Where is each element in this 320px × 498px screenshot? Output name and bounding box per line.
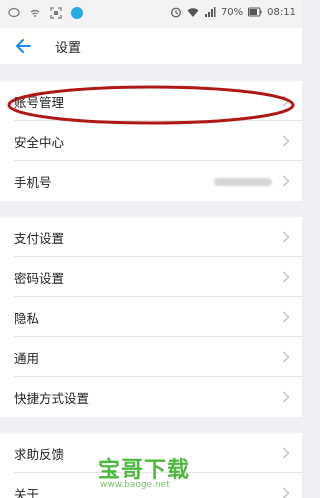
- settings-item-phone-number[interactable]: 手机号: [0, 161, 302, 201]
- settings-item-privacy[interactable]: 隐私: [0, 297, 302, 337]
- settings-item-label: 隐私: [14, 311, 40, 326]
- title-bar: 设置: [0, 28, 302, 64]
- clock: 08:11: [267, 6, 296, 18]
- chevron-right-icon: [283, 311, 290, 323]
- settings-item-label: 通用: [14, 351, 40, 366]
- status-right-icons: 70% 08:11: [170, 6, 296, 18]
- status-bar: 70% 08:11: [0, 0, 302, 28]
- settings-item-password[interactable]: 密码设置: [0, 257, 302, 297]
- settings-item-label: 密码设置: [14, 271, 65, 286]
- back-arrow-icon[interactable]: [14, 37, 32, 55]
- settings-item-about[interactable]: 关于: [0, 473, 302, 498]
- message-icon: [8, 7, 20, 18]
- battery-percent: 70%: [220, 6, 244, 18]
- scan-icon: [50, 7, 62, 19]
- cell-signal-icon: [204, 7, 216, 17]
- chevron-right-icon: [283, 391, 290, 403]
- blurred-phone-value: [214, 178, 272, 186]
- chevron-right-icon: [283, 487, 290, 498]
- chevron-right-icon: [283, 231, 290, 243]
- chevron-right-icon: [283, 351, 290, 363]
- settings-item-general[interactable]: 通用: [0, 337, 302, 377]
- settings-item-payment[interactable]: 支付设置: [0, 217, 302, 257]
- app-badge-icon: [71, 7, 83, 19]
- settings-item-label: 账号管理: [14, 95, 65, 110]
- page-title: 设置: [55, 41, 82, 56]
- settings-item-label: 安全中心: [14, 135, 65, 150]
- settings-item-security-center[interactable]: 安全中心: [0, 121, 302, 161]
- settings-item-label: 支付设置: [14, 231, 65, 246]
- settings-item-help-feedback[interactable]: 求助反馈: [0, 433, 302, 473]
- status-left-icons: [8, 7, 83, 19]
- settings-item-account-management[interactable]: 账号管理: [0, 81, 302, 121]
- settings-item-label: 手机号: [14, 175, 52, 190]
- chevron-right-icon: [283, 95, 290, 107]
- alarm-icon: [171, 7, 181, 18]
- chevron-right-icon: [283, 175, 290, 187]
- settings-item-shortcuts[interactable]: 快捷方式设置: [0, 377, 302, 417]
- chevron-right-icon: [283, 135, 290, 147]
- wifi-signal-icon: [30, 9, 40, 17]
- settings-item-label: 求助反馈: [14, 447, 65, 462]
- chevron-right-icon: [283, 447, 290, 459]
- battery-icon: [248, 7, 262, 17]
- settings-item-label: 关于: [14, 487, 40, 498]
- wifi-icon: [187, 8, 199, 17]
- settings-item-label: 快捷方式设置: [14, 391, 90, 406]
- chevron-right-icon: [283, 271, 290, 283]
